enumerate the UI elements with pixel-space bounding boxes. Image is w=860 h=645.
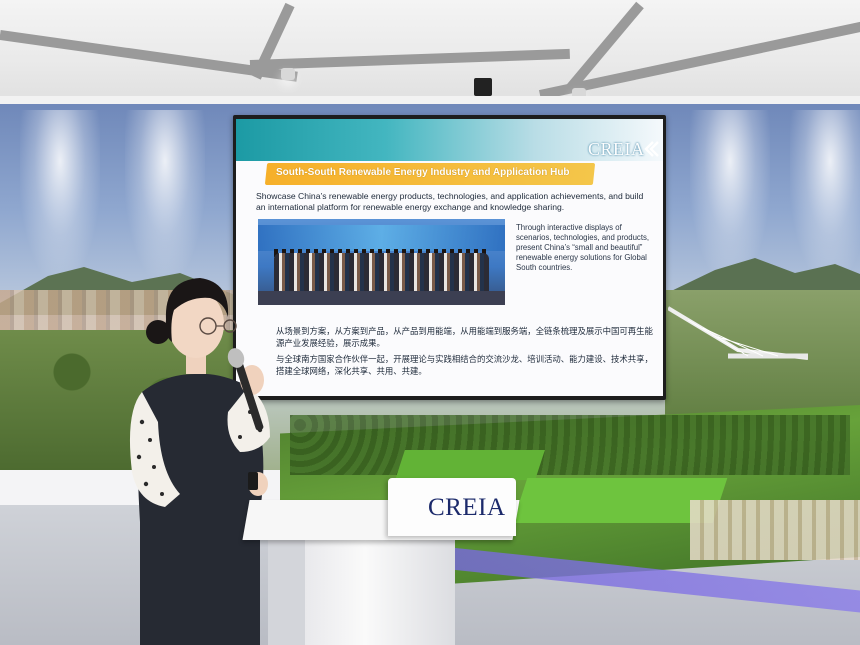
ceiling-speaker [474, 78, 492, 96]
slide: CREIA South-South Renewable Energy Indus… [236, 119, 663, 396]
presenter [129, 278, 270, 645]
chevron-left-icon [644, 141, 659, 157]
model-buildings [690, 500, 860, 560]
slide-logo: CREIA [588, 139, 645, 159]
cable-bridge [668, 306, 808, 360]
podium-body [305, 538, 455, 645]
photo-people [274, 253, 489, 293]
group-photo [258, 219, 505, 305]
model-lawn [395, 450, 545, 480]
ceiling-beam [249, 48, 570, 70]
exhibition-scene: CREIA South-South Renewable Energy Indus… [0, 0, 860, 645]
podium-logo: CREIA [428, 494, 506, 521]
spotlight [690, 110, 770, 280]
slide-side-text: Through interactive displays of scenario… [516, 223, 650, 272]
podium-side [268, 536, 308, 645]
spotlight [790, 110, 860, 280]
slide-title: South-South Renewable Energy Industry an… [276, 167, 570, 178]
slide-chinese-paragraph-1: 从场景到方案，从方案到产品，从产品到用能端，从用能端到服务端，全链条梳理及展示中… [276, 326, 653, 348]
spotlight [20, 110, 100, 280]
ceiling-light [281, 68, 295, 80]
photo-floor [258, 291, 505, 305]
model-trees [290, 415, 850, 475]
slide-chinese-paragraph-2: 与全球南方国家合作伙伴一起，开展理论与实践相结合的交流沙龙、培训活动、能力建设、… [276, 354, 653, 376]
slide-lead-text: Showcase China’s renewable energy produc… [256, 191, 644, 212]
spotlight [125, 110, 205, 280]
backdrop-top-band [0, 96, 860, 104]
photo-background [258, 225, 505, 251]
